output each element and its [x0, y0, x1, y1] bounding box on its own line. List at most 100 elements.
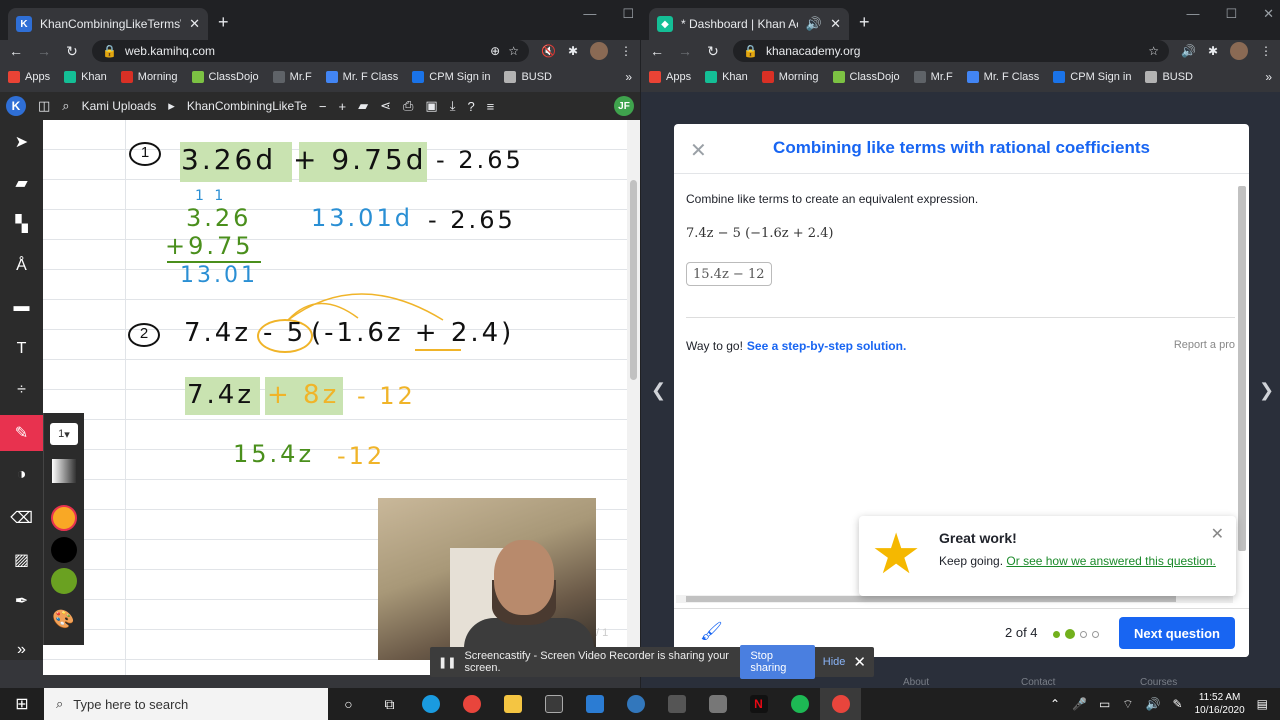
eraser-tool-icon[interactable]: ⌫: [0, 500, 43, 536]
bookmark-busd[interactable]: BUSD: [504, 71, 552, 83]
edge-legacy-icon[interactable]: [615, 688, 656, 720]
more-bookmarks-icon[interactable]: »: [625, 70, 632, 84]
drawing-tool-icon[interactable]: ✎: [0, 415, 43, 451]
scrollbar-thumb[interactable]: [630, 180, 637, 380]
tab-khan[interactable]: ◆ * Dashboard | Khan Academy 🔊 ✕: [649, 8, 849, 40]
back-right-icon[interactable]: ←: [649, 43, 665, 59]
cortana-icon[interactable]: ○: [328, 688, 369, 720]
profile-avatar-right[interactable]: [1230, 42, 1248, 60]
file-explorer-icon[interactable]: [492, 688, 533, 720]
media-right-icon[interactable]: 🔊: [1181, 44, 1196, 58]
maximize-right-icon[interactable]: ☐: [1225, 6, 1237, 22]
close-modal-icon[interactable]: ✕: [690, 138, 707, 163]
document-scrollbar[interactable]: [627, 120, 640, 675]
comment-tool-icon[interactable]: ▬: [0, 289, 43, 325]
palette-icon[interactable]: 🎨: [52, 609, 74, 630]
maximize-icon[interactable]: ☐: [622, 6, 634, 22]
highlighter-tool-icon[interactable]: ▰: [0, 165, 43, 201]
notifications-icon[interactable]: ▤: [1257, 697, 1268, 711]
breadcrumb-folder[interactable]: Kami Uploads: [82, 99, 157, 113]
bookmark-mr-f-class[interactable]: Mr. F Class: [966, 71, 1039, 83]
edge-icon[interactable]: [410, 688, 451, 720]
chrome-icon[interactable]: [451, 688, 492, 720]
scratchpad-icon[interactable]: 🖌: [700, 621, 723, 642]
color-swatch-green[interactable]: [51, 568, 77, 594]
equation-tool-icon[interactable]: ÷: [0, 372, 43, 408]
reload-icon[interactable]: ↻: [64, 43, 80, 60]
close-share-bar-icon[interactable]: ✕: [853, 653, 866, 671]
extensions-right-icon[interactable]: ✱: [1208, 44, 1218, 58]
expand-tools-icon[interactable]: »: [0, 632, 43, 668]
color-swatch-orange[interactable]: [51, 505, 77, 531]
print-icon[interactable]: ⎙: [403, 98, 413, 114]
close-tab-icon[interactable]: ✕: [189, 16, 200, 32]
volume-icon[interactable]: 🔊: [1146, 697, 1161, 711]
netflix-icon[interactable]: N: [738, 688, 779, 720]
spotify-icon[interactable]: [779, 688, 820, 720]
bookmark-mr-f[interactable]: Mr.F: [272, 71, 312, 83]
modal-scrollbar[interactable]: [1237, 176, 1247, 591]
close-window-icon[interactable]: ✕: [1263, 6, 1274, 22]
hamburger-menu-icon[interactable]: ≡: [487, 99, 495, 114]
chrome-active-icon[interactable]: [820, 688, 861, 720]
windows-start-icon[interactable]: ⊞: [0, 694, 44, 714]
bookmark-mr-f-class[interactable]: Mr. F Class: [325, 71, 398, 83]
modal-hscroll-thumb[interactable]: [686, 596, 1176, 602]
stop-sharing-button[interactable]: Stop sharing: [740, 645, 815, 679]
menu-icon[interactable]: ⋮: [620, 44, 632, 58]
calculator-icon[interactable]: [656, 688, 697, 720]
bookmark-apps[interactable]: Apps: [649, 71, 691, 83]
taskbar-search[interactable]: ⌕ Type here to search: [44, 688, 328, 720]
zoom-out-icon[interactable]: −: [319, 99, 327, 114]
text-tool-icon[interactable]: T: [0, 331, 43, 367]
report-problem-link[interactable]: Report a pro: [1174, 339, 1235, 351]
underline-tool-icon[interactable]: ▚: [0, 206, 43, 242]
bookmark-khan[interactable]: Khan: [64, 71, 107, 83]
pen-size-select[interactable]: 1 ▾: [50, 423, 78, 445]
share-icon[interactable]: ⋖: [380, 98, 391, 114]
opacity-slider[interactable]: [52, 459, 76, 483]
search-icon[interactable]: ⌕: [62, 98, 69, 114]
task-view-icon[interactable]: ⧉: [369, 688, 410, 720]
mail-icon[interactable]: [574, 688, 615, 720]
bookmark-morning[interactable]: Morning: [120, 71, 178, 83]
modal-scroll-thumb[interactable]: [1238, 186, 1246, 551]
breadcrumb-file[interactable]: KhanCombiningLikeTe: [187, 99, 307, 113]
close-tab-right-icon[interactable]: ✕: [830, 16, 841, 32]
see-answer-link[interactable]: Or see how we answered this question.: [1006, 554, 1215, 568]
install-icon[interactable]: ⊕: [490, 44, 500, 58]
text-annotation-tool-icon[interactable]: Å: [0, 248, 43, 284]
image-tool-icon[interactable]: ▨: [0, 542, 43, 578]
tab-kami[interactable]: K KhanCombiningLikeTermsWithRa ✕: [8, 8, 208, 40]
save-icon[interactable]: ▣: [425, 98, 437, 114]
mute-icon[interactable]: 🔇: [541, 44, 556, 58]
network-icon[interactable]: ⌔: [1122, 697, 1133, 712]
footer-courses[interactable]: Courses: [1140, 677, 1177, 688]
bookmark-mr-f[interactable]: Mr.F: [913, 71, 953, 83]
step-by-step-link[interactable]: See a step-by-step solution.: [747, 339, 906, 353]
bookmark-star-right-icon[interactable]: ☆: [1148, 44, 1159, 58]
help-icon[interactable]: ?: [467, 99, 474, 114]
address-bar-right[interactable]: 🔒 khanacademy.org ☆: [733, 40, 1169, 62]
minimize-right-icon[interactable]: —: [1186, 6, 1199, 22]
new-tab-button[interactable]: +: [218, 12, 229, 33]
menu-right-icon[interactable]: ⋮: [1260, 44, 1272, 58]
zoom-in-icon[interactable]: +: [338, 99, 346, 114]
modal-hscrollbar[interactable]: [676, 595, 1233, 603]
user-avatar[interactable]: JF: [614, 96, 634, 116]
color-swatch-black[interactable]: [51, 537, 77, 563]
address-bar[interactable]: 🔒 web.kamihq.com ⊕ ☆: [92, 40, 529, 62]
sidebar-toggle-icon[interactable]: ◫: [38, 98, 50, 114]
webcam-overlay[interactable]: [378, 498, 596, 660]
tab-audio-icon[interactable]: 🔊: [806, 16, 822, 32]
forward-right-icon[interactable]: →: [677, 43, 693, 59]
microphone-icon[interactable]: 🎤: [1072, 697, 1087, 711]
pause-icon[interactable]: ❚❚: [438, 656, 456, 669]
signature-tool-icon[interactable]: ✒: [0, 583, 43, 619]
kami-logo-icon[interactable]: K: [6, 96, 26, 116]
reload-right-icon[interactable]: ↻: [705, 43, 721, 60]
new-tab-right-button[interactable]: +: [859, 12, 870, 33]
bookmark-khan[interactable]: Khan: [705, 71, 748, 83]
close-toast-icon[interactable]: ✕: [1211, 524, 1224, 544]
shapes-tool-icon[interactable]: ◑: [0, 457, 43, 493]
